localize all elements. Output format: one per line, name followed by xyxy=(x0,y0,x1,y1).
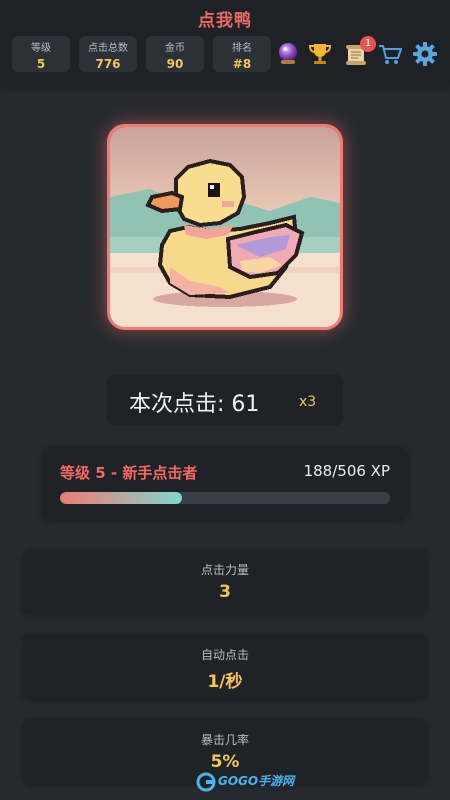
click-counter-label: 本次点击: 61 xyxy=(129,392,260,417)
upgrade-name: 点击力量 xyxy=(200,563,249,577)
upgrade-name: 自动点击 xyxy=(200,648,249,662)
upgrade-click-power[interactable]: 点击力量 3 xyxy=(22,549,428,613)
level-name: 等级 5 - 新手点击者 xyxy=(60,464,198,482)
click-counter-panel: 本次点击: 61 x3 xyxy=(107,374,343,426)
stat-level-label: 等级 xyxy=(31,43,51,54)
upgrade-value: 5% xyxy=(210,752,240,772)
upgrade-auto-click[interactable]: 自动点击 1/秒 xyxy=(22,634,428,698)
xp-progress-fill xyxy=(60,492,183,504)
stat-level-value: 5 xyxy=(36,57,46,71)
stat-coins-label: 金币 xyxy=(165,43,185,54)
stat-level: 等级 5 xyxy=(12,36,70,72)
upgrade-value: 3 xyxy=(219,582,231,602)
xp-progress-bar xyxy=(60,492,390,504)
upgrade-name: 暴击几率 xyxy=(200,733,249,747)
upgrade-value: 1/秒 xyxy=(207,672,243,692)
top-bar: 点我鸭 等级 5 点击总数 776 金币 90 排名 #8 1 xyxy=(0,0,450,86)
cart-icon[interactable] xyxy=(376,40,404,68)
level-card: 等级 5 - 新手点击者 188/506 XP xyxy=(42,447,408,519)
trophy-icon[interactable] xyxy=(306,40,334,68)
gear-icon[interactable] xyxy=(411,40,439,68)
click-multiplier: x3 xyxy=(299,394,317,410)
xp-text: 188/506 XP xyxy=(303,462,390,480)
crystal-ball-icon[interactable] xyxy=(274,40,302,68)
watermark: GOGO手游网 xyxy=(196,772,294,792)
stat-coins: 金币 90 xyxy=(146,36,204,72)
stat-total-clicks-value: 776 xyxy=(95,57,121,71)
watermark-logo-icon xyxy=(196,772,216,792)
stat-total-clicks: 点击总数 776 xyxy=(79,36,137,72)
stat-rank-label: 排名 xyxy=(232,43,252,54)
notification-badge: 1 xyxy=(360,36,376,52)
stat-total-clicks-label: 点击总数 xyxy=(88,43,128,54)
stat-rank: 排名 #8 xyxy=(213,36,271,72)
duck-click-target[interactable] xyxy=(107,124,343,330)
stat-coins-value: 90 xyxy=(166,57,184,71)
app-title: 点我鸭 xyxy=(198,11,252,31)
stat-rank-value: #8 xyxy=(232,57,252,71)
watermark-text: GOGO手游网 xyxy=(218,774,295,788)
